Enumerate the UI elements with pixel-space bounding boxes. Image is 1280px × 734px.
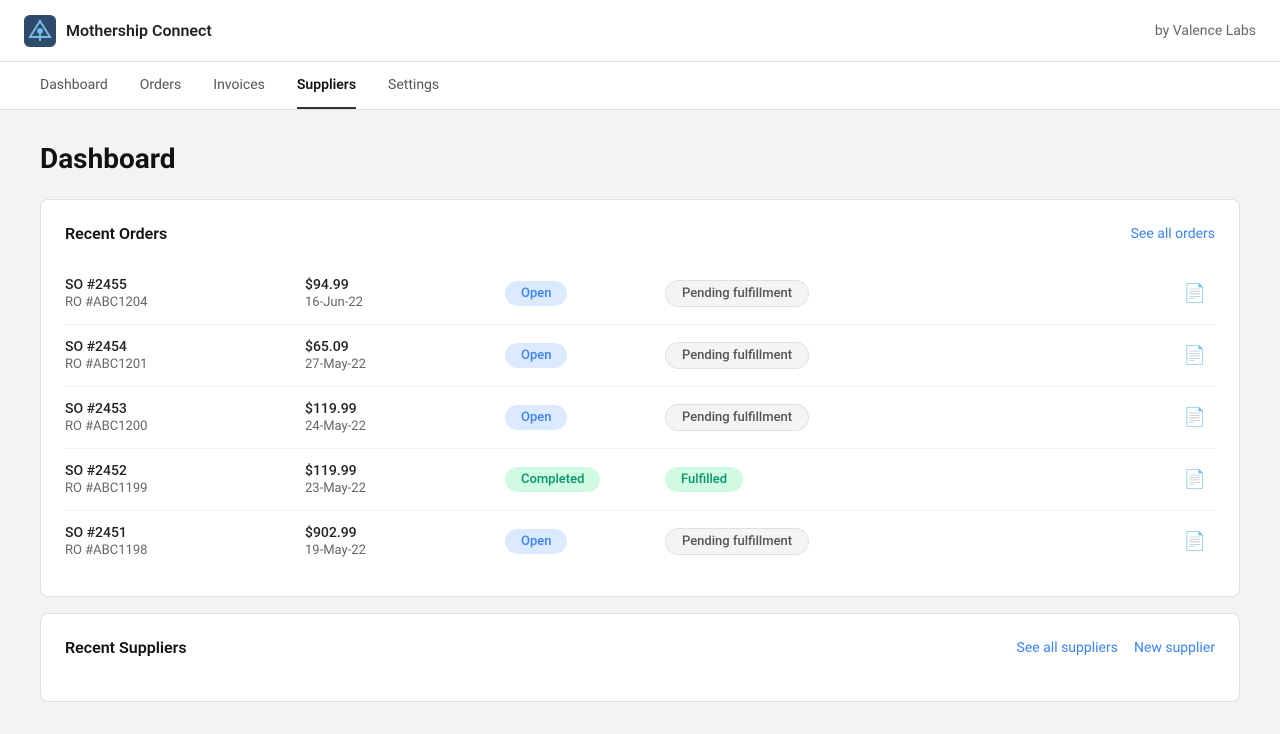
order-ro: RO #ABC1198 bbox=[65, 543, 305, 558]
order-date: 19-May-22 bbox=[305, 543, 505, 558]
order-amount: $119.99 bbox=[305, 401, 505, 417]
recent-orders-card: Recent Orders See all orders SO #2455 RO… bbox=[40, 199, 1240, 597]
order-date: 27-May-22 bbox=[305, 357, 505, 372]
order-id-cell: SO #2455 RO #ABC1204 bbox=[65, 277, 305, 310]
order-amount-cell: $902.99 19-May-22 bbox=[305, 525, 505, 558]
order-fulfillment-cell: Fulfilled bbox=[665, 467, 1175, 492]
order-ro: RO #ABC1199 bbox=[65, 481, 305, 496]
order-amount-cell: $119.99 24-May-22 bbox=[305, 401, 505, 434]
fulfillment-badge: Pending fulfillment bbox=[665, 528, 809, 555]
nav-invoices[interactable]: Invoices bbox=[213, 63, 265, 109]
recent-suppliers-header: Recent Suppliers See all suppliers New s… bbox=[65, 638, 1215, 657]
order-action-cell[interactable]: 📄 bbox=[1175, 407, 1215, 428]
new-supplier-link[interactable]: New supplier bbox=[1134, 640, 1215, 656]
order-ro: RO #ABC1201 bbox=[65, 357, 305, 372]
order-date: 16-Jun-22 bbox=[305, 295, 505, 310]
page-title: Dashboard bbox=[40, 142, 1240, 175]
document-icon[interactable]: 📄 bbox=[1184, 469, 1206, 490]
order-fulfillment-cell: Pending fulfillment bbox=[665, 342, 1175, 369]
order-action-cell[interactable]: 📄 bbox=[1175, 283, 1215, 304]
status-badge: Open bbox=[505, 343, 567, 368]
order-fulfillment-cell: Pending fulfillment bbox=[665, 404, 1175, 431]
table-row: SO #2453 RO #ABC1200 $119.99 24-May-22 O… bbox=[65, 387, 1215, 449]
fulfillment-badge: Pending fulfillment bbox=[665, 342, 809, 369]
order-ro: RO #ABC1200 bbox=[65, 419, 305, 434]
fulfillment-badge: Pending fulfillment bbox=[665, 280, 809, 307]
order-action-cell[interactable]: 📄 bbox=[1175, 531, 1215, 552]
order-action-cell[interactable]: 📄 bbox=[1175, 345, 1215, 366]
see-all-suppliers-link[interactable]: See all suppliers bbox=[1017, 640, 1118, 656]
order-id-cell: SO #2454 RO #ABC1201 bbox=[65, 339, 305, 372]
recent-suppliers-title: Recent Suppliers bbox=[65, 638, 187, 657]
header-byline: by Valence Labs bbox=[1155, 23, 1256, 39]
order-action-cell[interactable]: 📄 bbox=[1175, 469, 1215, 490]
status-badge: Open bbox=[505, 405, 567, 430]
order-so: SO #2452 bbox=[65, 463, 305, 479]
order-status-cell: Open bbox=[505, 529, 665, 554]
nav-settings[interactable]: Settings bbox=[388, 63, 439, 109]
document-icon[interactable]: 📄 bbox=[1184, 283, 1206, 304]
order-fulfillment-cell: Pending fulfillment bbox=[665, 528, 1175, 555]
order-so: SO #2451 bbox=[65, 525, 305, 541]
suppliers-actions: See all suppliers New supplier bbox=[1017, 640, 1215, 656]
order-amount: $65.09 bbox=[305, 339, 505, 355]
order-amount: $94.99 bbox=[305, 277, 505, 293]
orders-list: SO #2455 RO #ABC1204 $94.99 16-Jun-22 Op… bbox=[65, 263, 1215, 572]
order-so: SO #2454 bbox=[65, 339, 305, 355]
order-fulfillment-cell: Pending fulfillment bbox=[665, 280, 1175, 307]
logo-area: Mothership Connect bbox=[24, 15, 212, 47]
mothership-logo-icon bbox=[24, 15, 56, 47]
nav-dashboard[interactable]: Dashboard bbox=[40, 63, 108, 109]
order-amount-cell: $119.99 23-May-22 bbox=[305, 463, 505, 496]
order-status-cell: Completed bbox=[505, 467, 665, 492]
order-amount-cell: $65.09 27-May-22 bbox=[305, 339, 505, 372]
order-id-cell: SO #2453 RO #ABC1200 bbox=[65, 401, 305, 434]
order-status-cell: Open bbox=[505, 343, 665, 368]
status-badge: Open bbox=[505, 529, 567, 554]
main-nav: Dashboard Orders Invoices Suppliers Sett… bbox=[0, 62, 1280, 110]
order-amount: $902.99 bbox=[305, 525, 505, 541]
app-header: Mothership Connect by Valence Labs bbox=[0, 0, 1280, 62]
nav-orders[interactable]: Orders bbox=[140, 63, 182, 109]
order-date: 24-May-22 bbox=[305, 419, 505, 434]
table-row: SO #2454 RO #ABC1201 $65.09 27-May-22 Op… bbox=[65, 325, 1215, 387]
nav-suppliers[interactable]: Suppliers bbox=[297, 63, 356, 109]
order-id-cell: SO #2451 RO #ABC1198 bbox=[65, 525, 305, 558]
main-content: Dashboard Recent Orders See all orders S… bbox=[0, 110, 1280, 734]
order-ro: RO #ABC1204 bbox=[65, 295, 305, 310]
order-so: SO #2455 bbox=[65, 277, 305, 293]
order-so: SO #2453 bbox=[65, 401, 305, 417]
order-status-cell: Open bbox=[505, 281, 665, 306]
table-row: SO #2452 RO #ABC1199 $119.99 23-May-22 C… bbox=[65, 449, 1215, 511]
app-title: Mothership Connect bbox=[66, 21, 212, 40]
document-icon[interactable]: 📄 bbox=[1184, 345, 1206, 366]
fulfillment-badge: Fulfilled bbox=[665, 467, 743, 492]
order-amount: $119.99 bbox=[305, 463, 505, 479]
document-icon[interactable]: 📄 bbox=[1184, 531, 1206, 552]
order-status-cell: Open bbox=[505, 405, 665, 430]
status-badge: Completed bbox=[505, 467, 600, 492]
see-all-orders-link[interactable]: See all orders bbox=[1131, 226, 1215, 242]
recent-suppliers-card: Recent Suppliers See all suppliers New s… bbox=[40, 613, 1240, 702]
status-badge: Open bbox=[505, 281, 567, 306]
recent-orders-title: Recent Orders bbox=[65, 224, 167, 243]
recent-orders-header: Recent Orders See all orders bbox=[65, 224, 1215, 243]
order-id-cell: SO #2452 RO #ABC1199 bbox=[65, 463, 305, 496]
order-date: 23-May-22 bbox=[305, 481, 505, 496]
fulfillment-badge: Pending fulfillment bbox=[665, 404, 809, 431]
table-row: SO #2455 RO #ABC1204 $94.99 16-Jun-22 Op… bbox=[65, 263, 1215, 325]
order-amount-cell: $94.99 16-Jun-22 bbox=[305, 277, 505, 310]
table-row: SO #2451 RO #ABC1198 $902.99 19-May-22 O… bbox=[65, 511, 1215, 572]
document-icon[interactable]: 📄 bbox=[1184, 407, 1206, 428]
